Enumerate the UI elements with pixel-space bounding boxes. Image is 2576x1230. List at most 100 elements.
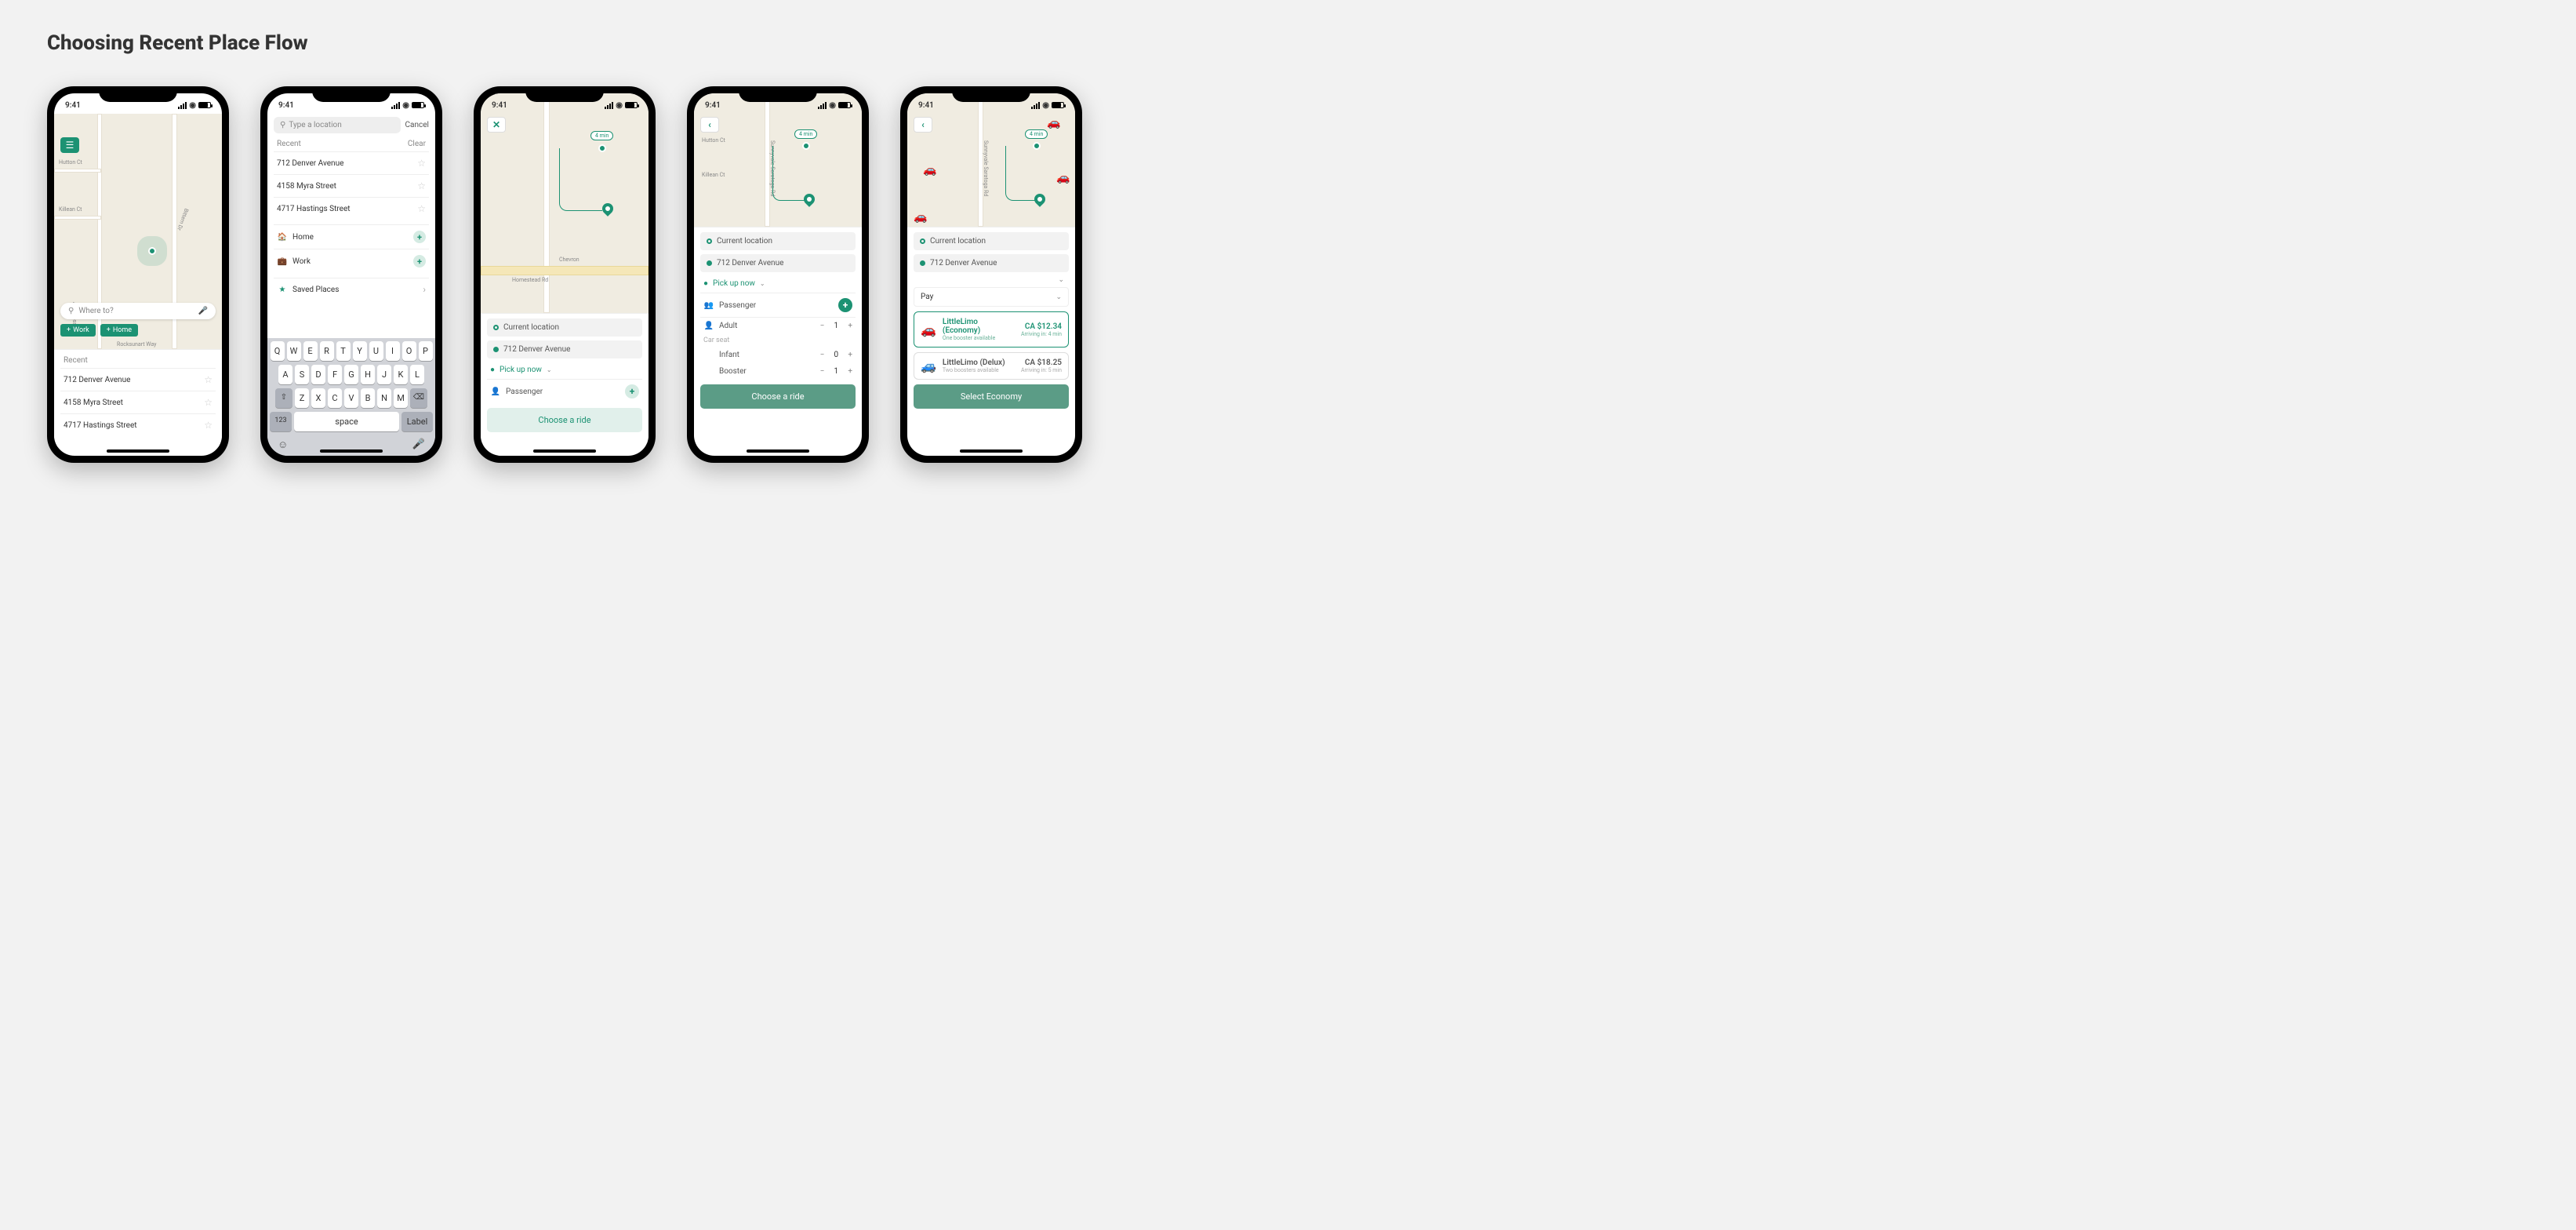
add-passenger-button[interactable]: + <box>838 298 852 312</box>
key[interactable]: M <box>394 388 408 408</box>
pickup-field[interactable]: Current location <box>700 232 856 250</box>
destination-field[interactable]: 712 Denver Avenue <box>487 340 642 358</box>
recent-item[interactable]: 4717 Hastings Street ☆ <box>60 413 216 436</box>
close-button[interactable]: ✕ <box>487 117 506 133</box>
backspace-key[interactable]: ⌫ <box>410 388 427 408</box>
cancel-button[interactable]: Cancel <box>405 121 429 129</box>
star-icon[interactable]: ☆ <box>204 397 213 408</box>
map-area[interactable]: Hutton Ct Killean Ct Bittern Dr Albatros… <box>54 114 222 349</box>
star-icon[interactable]: ☆ <box>417 158 426 169</box>
plus-button[interactable]: + <box>848 367 852 376</box>
pickup-time-dropdown[interactable]: ● Pick up now ⌄ <box>700 276 856 293</box>
search-where-to[interactable]: ⚲ Where to? 🎤 <box>60 303 216 319</box>
clear-button[interactable]: Clear <box>408 140 426 148</box>
key[interactable]: D <box>311 365 325 384</box>
space-key[interactable]: space <box>294 412 399 431</box>
recent-item[interactable]: 712 Denver Avenue ☆ <box>60 368 216 391</box>
keyboard[interactable]: Q W E R T Y U I O P A S D F G H <box>267 338 435 456</box>
map-area[interactable]: Homestead Rd Chevron 4 min ✕ <box>481 93 649 313</box>
work-pill[interactable]: +Work <box>60 324 96 337</box>
key[interactable]: A <box>278 365 292 384</box>
payment-row[interactable]: Pay ⌄ <box>914 287 1069 307</box>
search-input[interactable]: ⚲ Type a location <box>274 117 401 133</box>
key[interactable]: P <box>419 341 433 361</box>
passenger-row[interactable]: 👤 Passenger + <box>487 379 642 403</box>
chevron-down-icon: ⌄ <box>1055 293 1062 301</box>
key[interactable]: L <box>410 365 424 384</box>
key[interactable]: J <box>377 365 391 384</box>
key[interactable]: W <box>287 341 301 361</box>
key[interactable]: B <box>361 388 375 408</box>
battery-icon <box>412 102 424 108</box>
ride-option-delux[interactable]: 🚙 LittleLimo (Delux) Two boosters availa… <box>914 352 1069 380</box>
dest-dot-icon <box>493 347 499 352</box>
pickup-time-dropdown[interactable]: ● Pick up now ⌄ <box>487 362 642 379</box>
key[interactable]: S <box>295 365 309 384</box>
numbers-key[interactable]: 123 <box>270 412 292 431</box>
menu-button[interactable]: ☰ <box>60 137 79 153</box>
key[interactable]: K <box>394 365 408 384</box>
choose-ride-button[interactable]: Choose a ride <box>487 408 642 432</box>
minus-button[interactable]: − <box>820 322 825 330</box>
home-icon: 🏠 <box>277 233 288 242</box>
status-time: 9:41 <box>65 101 81 110</box>
home-shortcut[interactable]: 🏠 Home + <box>274 224 429 249</box>
key[interactable]: Y <box>353 341 367 361</box>
recent-item[interactable]: 4158 Myra Street☆ <box>274 174 429 197</box>
key[interactable]: Z <box>295 388 309 408</box>
passenger-row[interactable]: 👥 Passenger + <box>700 293 856 317</box>
add-button[interactable]: + <box>413 255 426 267</box>
home-pill[interactable]: +Home <box>100 324 138 337</box>
key[interactable]: X <box>311 388 325 408</box>
destination-field[interactable]: 712 Denver Avenue <box>700 254 856 272</box>
key[interactable]: C <box>328 388 342 408</box>
key[interactable]: R <box>320 341 334 361</box>
add-button[interactable]: + <box>413 231 426 243</box>
key[interactable]: H <box>361 365 375 384</box>
star-icon[interactable]: ☆ <box>417 203 426 214</box>
back-button[interactable]: ‹ <box>700 117 719 133</box>
select-economy-button[interactable]: Select Economy <box>914 384 1069 409</box>
key[interactable]: F <box>328 365 342 384</box>
collapse-toggle[interactable]: ⌄ <box>914 276 1069 287</box>
destination-pin <box>600 201 616 217</box>
pickup-field[interactable]: Current location <box>487 318 642 337</box>
key[interactable]: I <box>386 341 400 361</box>
key[interactable]: T <box>336 341 351 361</box>
work-shortcut[interactable]: 💼 Work + <box>274 249 429 273</box>
emoji-key[interactable]: ☺ <box>278 439 288 451</box>
battery-icon <box>198 102 211 108</box>
recent-item[interactable]: 712 Denver Avenue☆ <box>274 151 429 174</box>
star-icon[interactable]: ☆ <box>417 180 426 191</box>
choose-ride-button[interactable]: Choose a ride <box>700 384 856 409</box>
plus-button[interactable]: + <box>848 322 852 330</box>
key[interactable]: U <box>369 341 383 361</box>
ride-config-sheet: Current location 712 Denver Avenue ● Pic… <box>694 227 862 420</box>
key[interactable]: O <box>402 341 416 361</box>
key[interactable]: E <box>303 341 318 361</box>
shift-key[interactable]: ⇧ <box>275 388 292 408</box>
ride-option-economy[interactable]: 🚗 LittleLimo (Economy) One booster avail… <box>914 311 1069 348</box>
key[interactable]: V <box>344 388 358 408</box>
star-icon[interactable]: ☆ <box>204 420 213 431</box>
back-button[interactable]: ‹ <box>914 117 932 133</box>
add-passenger-button[interactable]: + <box>625 384 639 398</box>
pickup-field[interactable]: Current location <box>914 232 1069 250</box>
saved-places-row[interactable]: ★ Saved Places › <box>274 278 429 300</box>
key[interactable]: G <box>344 365 358 384</box>
battery-icon <box>1052 102 1064 108</box>
key[interactable]: Q <box>271 341 285 361</box>
destination-field[interactable]: 712 Denver Avenue <box>914 254 1069 272</box>
star-icon[interactable]: ☆ <box>204 374 213 385</box>
label-key[interactable]: Label <box>401 412 433 431</box>
mic-icon[interactable]: 🎤 <box>198 307 208 315</box>
minus-button[interactable]: − <box>820 367 825 376</box>
battery-icon <box>838 102 851 108</box>
chevron-right-icon: › <box>423 284 426 295</box>
plus-button[interactable]: + <box>848 351 852 359</box>
minus-button[interactable]: − <box>820 351 825 359</box>
recent-item[interactable]: 4717 Hastings Street☆ <box>274 197 429 220</box>
recent-item[interactable]: 4158 Myra Street ☆ <box>60 391 216 413</box>
key[interactable]: N <box>377 388 391 408</box>
dictation-key[interactable]: 🎤 <box>412 439 425 451</box>
